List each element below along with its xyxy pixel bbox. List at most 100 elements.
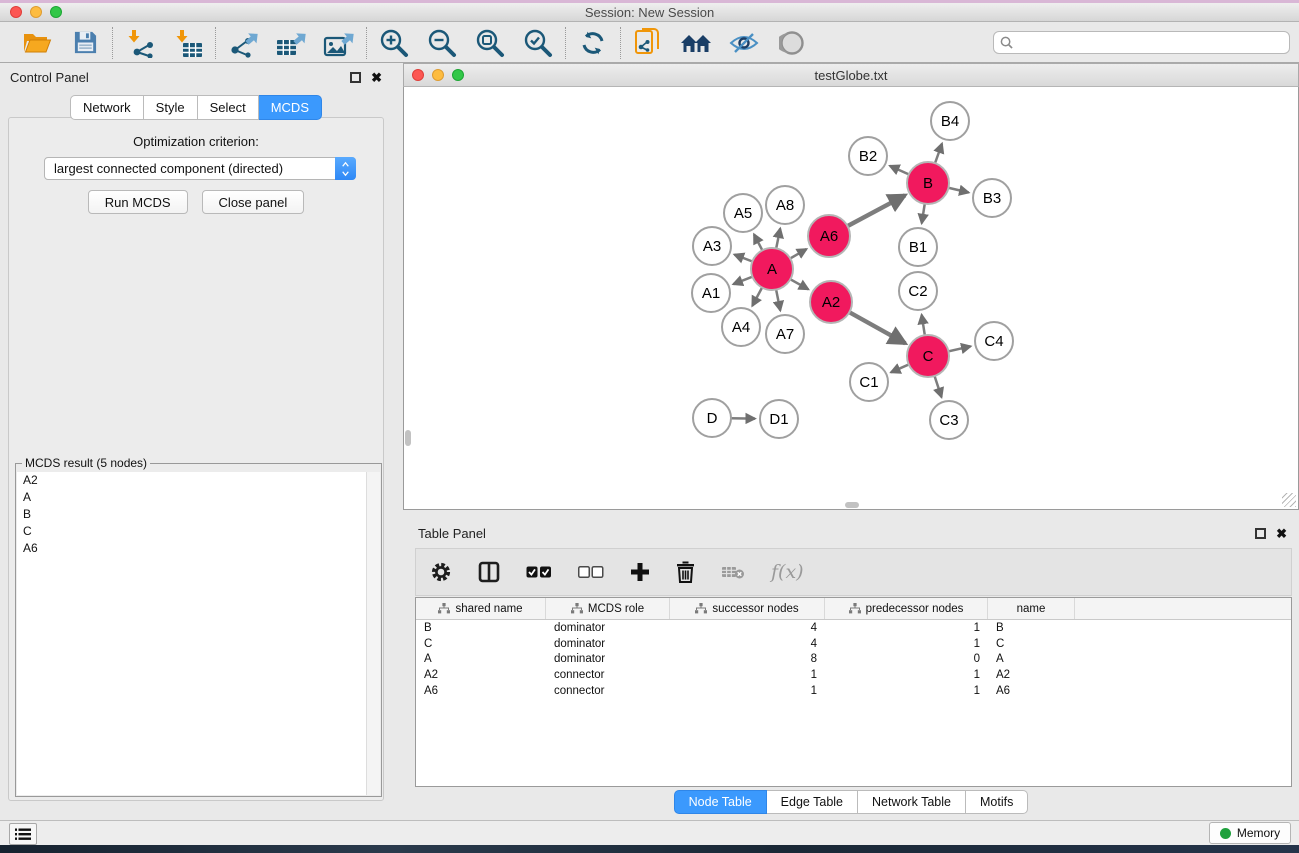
graph-node-B2[interactable]: B2 xyxy=(848,136,888,176)
graph-node-D1[interactable]: D1 xyxy=(759,399,799,439)
eye-icon[interactable] xyxy=(775,27,809,59)
float-table-panel-icon[interactable] xyxy=(1255,528,1266,539)
tab-node-table[interactable]: Node Table xyxy=(674,790,767,814)
graph-node-C2[interactable]: C2 xyxy=(898,271,938,311)
deselect-all-icon[interactable] xyxy=(578,566,604,579)
tab-select[interactable]: Select xyxy=(198,95,259,120)
import-network-icon[interactable] xyxy=(123,27,157,59)
mcds-result-item[interactable]: C xyxy=(17,523,366,540)
hide-eye-icon[interactable] xyxy=(727,27,761,59)
zoom-selected-icon[interactable] xyxy=(521,27,555,59)
horizontal-scrollbar-thumb[interactable] xyxy=(845,502,859,508)
table-cell: B xyxy=(416,622,546,634)
table-row[interactable]: A6connector11A6 xyxy=(416,683,1291,699)
run-mcds-button[interactable]: Run MCDS xyxy=(88,190,188,214)
export-image-icon[interactable] xyxy=(322,27,356,59)
tab-network[interactable]: Network xyxy=(70,95,144,120)
mcds-result-item[interactable]: A6 xyxy=(17,540,366,557)
select-all-icon[interactable] xyxy=(526,566,552,579)
graph-node-A8[interactable]: A8 xyxy=(765,185,805,225)
mcds-result-list[interactable]: A2ABCA6 xyxy=(17,472,366,795)
column-header-predecessor-nodes[interactable]: predecessor nodes xyxy=(825,598,988,619)
graph-node-A[interactable]: A xyxy=(750,247,794,291)
table-row[interactable]: Adominator80A xyxy=(416,652,1291,668)
tab-network-table[interactable]: Network Table xyxy=(858,790,966,814)
sort-tree-icon[interactable] xyxy=(571,603,583,614)
optimization-criterion-dropdown[interactable]: largest connected component (directed) xyxy=(44,157,356,180)
column-header-shared-name[interactable]: shared name xyxy=(416,598,546,619)
zoom-out-icon[interactable] xyxy=(425,27,459,59)
table-cell: C xyxy=(416,638,546,650)
search-input[interactable] xyxy=(1017,36,1283,50)
node-table[interactable]: shared nameMCDS rolesuccessor nodesprede… xyxy=(415,597,1292,787)
graph-node-B[interactable]: B xyxy=(906,161,950,205)
open-file-icon[interactable] xyxy=(20,27,54,59)
mcds-result-item[interactable]: A2 xyxy=(17,472,366,489)
graph-node-C3[interactable]: C3 xyxy=(929,400,969,440)
tab-style[interactable]: Style xyxy=(144,95,198,120)
network-canvas[interactable]: A A6 A2 B C B4 B2 B3 B1 A5A8 A3 A1A4A7 C2 C4 C1 C3 D D1 xyxy=(403,87,1299,510)
graph-node-A4[interactable]: A4 xyxy=(721,307,761,347)
memory-status-icon xyxy=(1220,828,1231,839)
table-cell: B xyxy=(988,622,1075,634)
table-row[interactable]: A2connector11A2 xyxy=(416,667,1291,683)
graph-node-B4[interactable]: B4 xyxy=(930,101,970,141)
desktop-strip xyxy=(0,845,1299,853)
close-table-panel-icon[interactable]: ✖ xyxy=(1276,527,1287,540)
network-window-titlebar[interactable]: testGlobe.txt xyxy=(403,63,1299,87)
column-header-name[interactable]: name xyxy=(988,598,1075,619)
zoom-fit-icon[interactable] xyxy=(473,27,507,59)
search-box[interactable] xyxy=(993,31,1290,54)
refresh-icon[interactable] xyxy=(576,27,610,59)
clone-network-icon[interactable] xyxy=(631,27,665,59)
sort-tree-icon[interactable] xyxy=(849,603,861,614)
mcds-result-scrollbar[interactable] xyxy=(366,472,380,795)
tab-edge-table[interactable]: Edge Table xyxy=(767,790,858,814)
graph-node-A7[interactable]: A7 xyxy=(765,314,805,354)
export-network-icon[interactable] xyxy=(226,27,260,59)
float-panel-icon[interactable] xyxy=(350,72,361,83)
export-table-icon[interactable] xyxy=(274,27,308,59)
column-header-successor-nodes[interactable]: successor nodes xyxy=(670,598,825,619)
tab-mcds[interactable]: MCDS xyxy=(259,95,322,120)
table-cell: A6 xyxy=(416,685,546,697)
save-session-icon[interactable] xyxy=(68,27,102,59)
table-settings-gear-icon[interactable] xyxy=(430,561,452,583)
graph-node-B3[interactable]: B3 xyxy=(972,178,1012,218)
resize-grip[interactable] xyxy=(1282,493,1296,507)
graph-node-C[interactable]: C xyxy=(906,334,950,378)
graph-node-A1[interactable]: A1 xyxy=(691,273,731,313)
graph-node-A3[interactable]: A3 xyxy=(692,226,732,266)
graph-node-A2[interactable]: A2 xyxy=(809,280,853,324)
graph-node-B1[interactable]: B1 xyxy=(898,227,938,267)
sort-tree-icon[interactable] xyxy=(695,603,707,614)
column-view-icon[interactable] xyxy=(478,561,500,583)
table-cell: C xyxy=(988,638,1075,650)
home-icon[interactable] xyxy=(679,27,713,59)
memory-button[interactable]: Memory xyxy=(1209,822,1291,844)
zoom-in-icon[interactable] xyxy=(377,27,411,59)
table-cell: dominator xyxy=(546,622,670,634)
close-panel-icon[interactable]: ✖ xyxy=(371,71,382,84)
table-cell: A2 xyxy=(416,669,546,681)
column-header-MCDS-role[interactable]: MCDS role xyxy=(546,598,670,619)
graph-node-A6[interactable]: A6 xyxy=(807,214,851,258)
table-row[interactable]: Bdominator41B xyxy=(416,620,1291,636)
table-row[interactable]: Cdominator41C xyxy=(416,636,1291,652)
mcds-result-item[interactable]: B xyxy=(17,506,366,523)
add-column-icon[interactable] xyxy=(630,562,650,582)
graph-node-A5[interactable]: A5 xyxy=(723,193,763,233)
vertical-scrollbar-thumb[interactable] xyxy=(405,430,411,446)
delete-trash-icon[interactable] xyxy=(676,561,695,583)
table-cell: 1 xyxy=(825,622,988,634)
task-history-button[interactable] xyxy=(9,823,37,845)
tab-motifs[interactable]: Motifs xyxy=(966,790,1028,814)
graph-node-C4[interactable]: C4 xyxy=(974,321,1014,361)
dropdown-stepper-icon[interactable] xyxy=(335,157,356,180)
graph-node-D[interactable]: D xyxy=(692,398,732,438)
sort-tree-icon[interactable] xyxy=(438,603,450,614)
close-panel-button[interactable]: Close panel xyxy=(202,190,305,214)
import-table-icon[interactable] xyxy=(171,27,205,59)
mcds-result-item[interactable]: A xyxy=(17,489,366,506)
graph-node-C1[interactable]: C1 xyxy=(849,362,889,402)
